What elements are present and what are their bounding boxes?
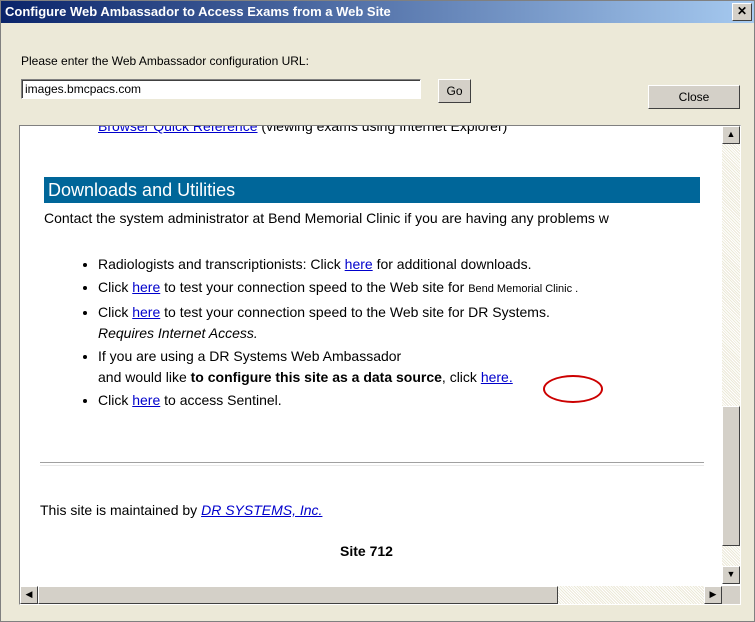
highlight-circle: [543, 375, 603, 403]
browser-quick-reference-link[interactable]: Browser Quick Reference: [98, 126, 258, 134]
bullet-text: to test your connection speed to the Web…: [160, 279, 469, 295]
window-close-button[interactable]: ✕: [732, 3, 752, 21]
list-item: Click here to access Sentinel.: [98, 390, 720, 411]
section-header: Downloads and Utilities: [44, 177, 700, 203]
bullet-text: Click: [98, 304, 133, 320]
web-content: Browser Quick Reference (viewing exams u…: [20, 126, 720, 584]
configure-dialog: Configure Web Ambassador to Access Exams…: [0, 0, 755, 622]
configure-data-source-text: to configure this site as a data source: [190, 369, 442, 385]
speed-test-drsystems-link[interactable]: here: [132, 304, 160, 320]
bullet-text: and would like: [98, 369, 191, 385]
clinic-name-small: Bend Memorial Clinic .: [468, 283, 579, 295]
web-content-frame: Browser Quick Reference (viewing exams u…: [19, 125, 741, 605]
bullet-text: to test your connection speed to the Web…: [160, 304, 550, 320]
list-item: Click here to test your connection speed…: [98, 277, 720, 300]
bullet-text: for additional downloads.: [372, 256, 532, 272]
bullet-text: Click: [98, 279, 133, 295]
previous-line: Browser Quick Reference (viewing exams u…: [98, 126, 507, 134]
scroll-left-button[interactable]: ◀: [20, 586, 38, 604]
dr-systems-link[interactable]: DR SYSTEMS, Inc.: [201, 502, 322, 518]
list-item: Click here to test your connection speed…: [98, 302, 720, 344]
window-title: Configure Web Ambassador to Access Exams…: [5, 4, 391, 19]
scroll-down-button[interactable]: ▼: [722, 566, 740, 584]
site-label: Site 712: [340, 543, 393, 559]
list-item: Radiologists and transcriptionists: Clic…: [98, 254, 720, 275]
bullet-text: Radiologists and transcriptionists: Clic…: [98, 256, 345, 272]
bullet-text: If you are using a DR Systems Web Ambass…: [98, 348, 402, 364]
config-url-input[interactable]: [21, 79, 421, 99]
bullet-text: to access Sentinel.: [160, 392, 282, 408]
list-item: If you are using a DR Systems Web Ambass…: [98, 346, 720, 388]
url-prompt-label: Please enter the Web Ambassador configur…: [21, 54, 309, 68]
title-bar: Configure Web Ambassador to Access Exams…: [1, 1, 754, 23]
bullet-text: , click: [441, 369, 481, 385]
scroll-right-button[interactable]: ▶: [704, 586, 722, 604]
requires-internet-note: Requires Internet Access.: [98, 325, 258, 341]
downloads-here-link[interactable]: here: [345, 256, 373, 272]
go-button[interactable]: Go: [438, 79, 471, 103]
maintained-text: This site is maintained by: [40, 502, 202, 518]
bullet-text: Click: [98, 392, 133, 408]
close-button[interactable]: Close: [648, 85, 740, 109]
configure-data-source-link[interactable]: here.: [481, 369, 513, 385]
scrollbar-corner: [722, 586, 740, 604]
vertical-scroll-thumb[interactable]: [722, 406, 740, 546]
sentinel-link[interactable]: here: [132, 392, 160, 408]
speed-test-clinic-link[interactable]: here: [132, 279, 160, 295]
maintained-by-line: This site is maintained by DR SYSTEMS, I…: [40, 502, 322, 518]
horizontal-scroll-thumb[interactable]: [38, 586, 558, 604]
scroll-up-button[interactable]: ▲: [722, 126, 740, 144]
downloads-list: Radiologists and transcriptionists: Clic…: [80, 254, 720, 413]
divider: [40, 462, 704, 466]
previous-line-text: (viewing exams using Internet Explorer): [257, 126, 508, 134]
contact-text: Contact the system administrator at Bend…: [44, 210, 609, 226]
horizontal-scrollbar[interactable]: ◀ ▶: [20, 586, 722, 604]
vertical-scrollbar[interactable]: ▲ ▼: [722, 126, 740, 584]
